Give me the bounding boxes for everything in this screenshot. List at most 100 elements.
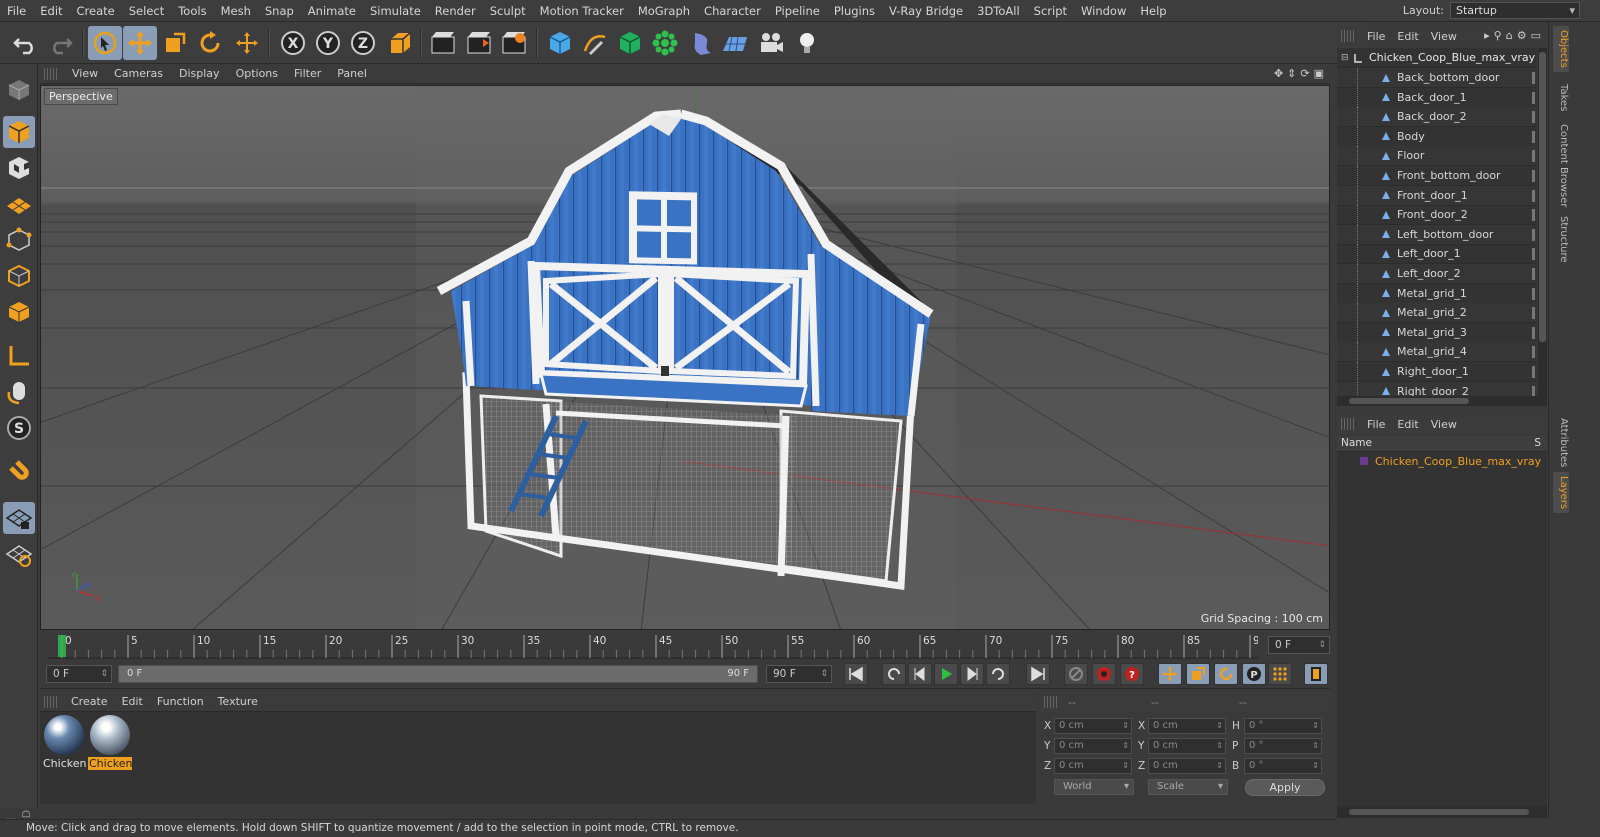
go-to-end-icon[interactable] — [1026, 663, 1050, 685]
pos-z-field[interactable]: 0 cm — [1054, 758, 1132, 774]
edit-render-settings-icon[interactable] — [497, 26, 531, 60]
coordinate-system-icon[interactable] — [383, 26, 417, 60]
layer-menu-file[interactable]: File — [1361, 418, 1391, 431]
side-tab-layers[interactable]: Layers — [1553, 472, 1569, 514]
panel-grip-icon[interactable] — [1341, 30, 1355, 42]
key-parameter-icon[interactable]: P — [1242, 663, 1266, 685]
snap-magnet-icon[interactable] — [3, 458, 35, 490]
side-tab-objects[interactable]: Objects — [1553, 26, 1569, 72]
play-icon[interactable] — [934, 663, 958, 685]
visibility-dots[interactable] — [1532, 326, 1535, 339]
layout-dropdown[interactable]: Startup — [1450, 2, 1580, 19]
edges-mode-icon[interactable] — [3, 260, 35, 292]
object-row-left-door-2[interactable]: Left_door_2 — [1337, 263, 1537, 284]
subdivision-icon[interactable] — [613, 26, 647, 60]
menu-mograph[interactable]: MoGraph — [631, 0, 697, 22]
scale-icon[interactable] — [158, 26, 192, 60]
menu-v-ray-bridge[interactable]: V-Ray Bridge — [882, 0, 970, 22]
menu-edit[interactable]: Edit — [33, 0, 69, 22]
key-position-icon[interactable] — [1158, 663, 1182, 685]
cube-icon[interactable] — [543, 26, 577, 60]
rotate-view-icon[interactable]: ⟳ — [1300, 67, 1309, 80]
object-row-back-door-2[interactable]: Back_door_2 — [1337, 106, 1537, 128]
frame-range-slider[interactable]: 0 F 90 F — [118, 665, 758, 683]
deformer-icon[interactable] — [684, 26, 718, 60]
layer-menu-view[interactable]: View — [1425, 418, 1463, 431]
object-row-left-door-1[interactable]: Left_door_1 — [1337, 243, 1537, 265]
pan-view-icon[interactable]: ✥ — [1274, 67, 1283, 80]
expand-arrow-icon[interactable]: ▸ — [1484, 29, 1490, 42]
side-tab-attributes[interactable]: Attributes — [1553, 414, 1569, 471]
search-icon[interactable]: ⚲ — [1494, 29, 1502, 42]
key-rotation-icon[interactable] — [1214, 663, 1238, 685]
rotate-icon[interactable] — [193, 26, 227, 60]
menu-render[interactable]: Render — [428, 0, 483, 22]
menu-plugins[interactable]: Plugins — [827, 0, 882, 22]
object-menu-file[interactable]: File — [1361, 30, 1391, 43]
size-y-field[interactable]: 0 cm — [1148, 738, 1226, 754]
visibility-dots[interactable] — [1532, 346, 1535, 359]
name-column[interactable]: Name — [1341, 437, 1372, 449]
timeline-window-icon[interactable] — [1304, 663, 1328, 685]
viewport-label[interactable]: Perspective — [44, 88, 118, 105]
viewport-menu-cameras[interactable]: Cameras — [106, 67, 171, 80]
visibility-dots[interactable] — [1532, 150, 1535, 163]
texture-mode-icon[interactable] — [3, 152, 35, 184]
side-tab-content-browser[interactable]: Content Browser — [1553, 120, 1569, 211]
visibility-dots[interactable] — [1532, 130, 1535, 143]
viewport-menu-display[interactable]: Display — [171, 67, 228, 80]
pos-x-field[interactable]: 0 cm — [1054, 718, 1132, 734]
visibility-dots[interactable] — [1532, 366, 1535, 378]
object-row-body[interactable]: Body — [1337, 126, 1537, 147]
layer-color-swatch[interactable] — [1359, 456, 1369, 466]
timeline-ruler[interactable]: 0 5 10 15 20 25 30 35 40 45 50 55 60 65 70 75 80 85 90 — [48, 631, 1258, 659]
light-icon[interactable] — [790, 26, 824, 60]
material-chicken-1[interactable]: Chicken — [42, 715, 86, 770]
rot-h-field[interactable]: 0 ° — [1244, 718, 1322, 734]
menu-create[interactable]: Create — [70, 0, 122, 22]
object-row-metal-grid-2[interactable]: Metal_grid_2 — [1337, 302, 1537, 324]
locked-workplane-icon[interactable] — [3, 502, 35, 534]
material-menu-create[interactable]: Create — [64, 695, 115, 708]
live-selection-icon[interactable] — [88, 26, 122, 60]
go-to-start-icon[interactable] — [844, 663, 868, 685]
menu-script[interactable]: Script — [1027, 0, 1074, 22]
rot-b-field[interactable]: 0 ° — [1244, 758, 1322, 774]
polygons-mode-icon[interactable] — [3, 296, 35, 328]
material-menu-texture[interactable]: Texture — [211, 695, 265, 708]
menu-character[interactable]: Character — [697, 0, 768, 22]
visibility-dots[interactable] — [1532, 209, 1535, 222]
viewport-menu-options[interactable]: Options — [228, 67, 286, 80]
toggle-views-icon[interactable]: ▣ — [1314, 67, 1324, 80]
object-row-front-door-2[interactable]: Front_door_2 — [1337, 204, 1537, 226]
next-frame-icon[interactable] — [960, 663, 984, 685]
menu-sculpt[interactable]: Sculpt — [483, 0, 533, 22]
end-frame-field[interactable]: 90 F — [766, 665, 832, 683]
timeline[interactable]: 0 5 10 15 20 25 30 35 40 45 50 55 60 65 70 75 80 85 90 0 F — [40, 631, 1330, 659]
y-axis-icon[interactable]: Y — [311, 26, 345, 60]
menu-snap[interactable]: Snap — [258, 0, 301, 22]
object-row-root[interactable]: ⊟ Chicken_Coop_Blue_max_vray — [1337, 48, 1537, 68]
object-list-hscrollbar[interactable] — [1337, 396, 1547, 406]
record-icon[interactable] — [1092, 663, 1116, 685]
solo-column[interactable]: S — [1534, 436, 1541, 451]
object-row-right-door-2[interactable]: Right_door_2 — [1337, 381, 1537, 396]
visibility-dots[interactable] — [1532, 287, 1535, 300]
floor-icon[interactable] — [718, 26, 752, 60]
material-menu-function[interactable]: Function — [150, 695, 211, 708]
menu-tools[interactable]: Tools — [171, 0, 213, 22]
workplane-icon[interactable] — [3, 188, 35, 220]
menu-animate[interactable]: Animate — [301, 0, 363, 22]
size-x-field[interactable]: 0 cm — [1148, 718, 1226, 734]
transform-mode-dropdown[interactable]: Scale — [1148, 779, 1228, 795]
material-menu-edit[interactable]: Edit — [115, 695, 150, 708]
panel-grip-icon[interactable] — [44, 695, 58, 708]
dolly-view-icon[interactable]: ⇕ — [1287, 67, 1296, 80]
render-view-icon[interactable] — [426, 26, 460, 60]
menu-file[interactable]: File — [0, 0, 33, 22]
object-row-metal-grid-3[interactable]: Metal_grid_3 — [1337, 322, 1537, 343]
layer-menu-edit[interactable]: Edit — [1391, 418, 1424, 431]
object-menu-view[interactable]: View — [1425, 30, 1463, 43]
object-row-back-door-1[interactable]: Back_door_1 — [1337, 87, 1537, 108]
coordinate-mode-dropdown[interactable]: World — [1054, 779, 1134, 795]
